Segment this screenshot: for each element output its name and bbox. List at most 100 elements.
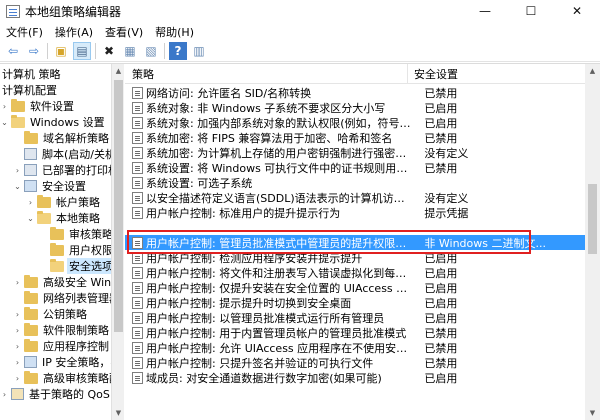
tree-item-audit-policy[interactable]: 审核策略	[39, 226, 111, 242]
tree-item-account-policies[interactable]: › 帐户策略	[26, 194, 102, 210]
policy-icon	[132, 266, 143, 279]
maximize-button[interactable]: ☐	[508, 0, 554, 22]
chevron-right-icon[interactable]: ›	[13, 310, 22, 319]
delete-icon[interactable]: ✖	[100, 42, 118, 60]
tree-item-scripts[interactable]: 脚本(启动/关机)	[13, 146, 111, 162]
policy-row-selected[interactable]: 用户帐户控制: 管理员批准模式中管理员的提升权限提示的... 非 Windows…	[125, 235, 600, 250]
chevron-right-icon[interactable]: ›	[13, 374, 22, 383]
tree-item-public-key-policies[interactable]: › 公钥策略	[13, 306, 89, 322]
tree-item-label: 应用程序控制	[43, 340, 109, 353]
policy-row[interactable]: 用户帐户控制: 仅提升安装在安全位置的 UIAccess 应用程序 已启用	[125, 280, 600, 295]
chevron-right-icon[interactable]: ›	[26, 198, 35, 207]
tree-item-label: 高级审核策略配	[43, 372, 111, 385]
scroll-down-arrow-icon[interactable]: ▼	[112, 406, 125, 420]
tree-item-ip-security[interactable]: › IP 安全策略，在	[13, 354, 111, 370]
scroll-down-arrow-icon[interactable]: ▼	[585, 406, 600, 420]
policy-row[interactable]: 用户帐户控制: 标准用户的提升提示行为 提示凭据	[125, 205, 600, 220]
show-pane-icon[interactable]: ▥	[190, 42, 208, 60]
export-list-icon[interactable]: ▧	[142, 42, 160, 60]
window-controls: — ☐ ✕	[462, 0, 600, 22]
chevron-right-icon[interactable]: ›	[13, 278, 22, 287]
menu-file[interactable]: 文件(F)	[0, 24, 49, 40]
tree-item-windows-firewall[interactable]: › 高级安全 Windo	[13, 274, 111, 290]
menu-view[interactable]: 查看(V)	[99, 24, 149, 40]
policy-row[interactable]: 域成员: 对安全通道数据进行数字加密(如果可能) 已启用	[125, 370, 600, 385]
list-scroll-thumb[interactable]	[588, 184, 597, 254]
tree-item-qos[interactable]: › 基于策略的 QoS	[0, 386, 111, 402]
show-hide-tree-icon[interactable]: ▤	[73, 42, 91, 60]
tree-item-computer-config[interactable]: 计算机配置	[0, 82, 59, 98]
menu-action[interactable]: 操作(A)	[49, 24, 99, 40]
scroll-up-arrow-icon[interactable]: ▲	[585, 64, 600, 78]
policy-row[interactable]: 系统对象: 加强内部系统对象的默认权限(例如，符号链接) 已启用	[125, 115, 600, 130]
tree-item-label: 安全设置	[42, 180, 86, 193]
policy-name: 域成员: 对安全通道数据进行数字加密(如果可能)	[146, 371, 382, 385]
tree-scroll-thumb[interactable]	[114, 80, 123, 332]
tree-item-deployed-printers[interactable]: › 已部署的打印机	[13, 162, 111, 178]
group-policy-app-icon	[6, 4, 20, 18]
chart-icon	[11, 388, 24, 400]
menu-help[interactable]: 帮助(H)	[149, 24, 200, 40]
tree-item-advanced-audit[interactable]: › 高级审核策略配	[13, 370, 111, 386]
tree-item-network-list-manager[interactable]: 网络列表管理器	[13, 290, 111, 306]
policy-row[interactable]: 用户帐户控制: 以管理员批准模式运行所有管理员 已启用	[125, 310, 600, 325]
chevron-down-icon[interactable]: ⌄	[13, 182, 22, 191]
chevron-right-icon[interactable]: ›	[13, 342, 22, 351]
tree-item-security-settings[interactable]: ⌄ 安全设置	[13, 178, 88, 194]
policy-name: 用户帐户控制: 仅提升安装在安全位置的 UIAccess 应用程序	[146, 281, 415, 295]
chevron-right-icon[interactable]: ›	[13, 358, 22, 367]
tree-item-label: 计算机 策略	[2, 68, 61, 81]
policy-row[interactable]: 系统设置: 将 Windows 可执行文件中的证书规则用于软件... 已禁用	[125, 160, 600, 175]
policy-row[interactable]: 系统加密: 将 FIPS 兼容算法用于加密、哈希和签名 已禁用	[125, 130, 600, 145]
policy-icon	[132, 251, 143, 264]
policy-icon	[132, 131, 143, 144]
minimize-button[interactable]: —	[462, 0, 508, 22]
policy-row[interactable]: 用户帐户控制: 检测应用程序安装并提示提升 已启用	[125, 250, 600, 265]
policy-row[interactable]: 系统对象: 非 Windows 子系统不要求区分大小写 已启用	[125, 100, 600, 115]
policy-icon	[132, 296, 143, 309]
tree-scrollbar[interactable]: ▲ ▼	[111, 64, 124, 420]
help-icon[interactable]: ?	[169, 42, 187, 60]
scroll-up-arrow-icon[interactable]: ▲	[112, 64, 125, 78]
tree-item-computer-policy[interactable]: 计算机 策略	[0, 66, 63, 82]
back-arrow-icon[interactable]: ⇦	[4, 42, 22, 60]
policy-row[interactable]: 系统设置: 可选子系统	[125, 175, 600, 190]
column-header-setting[interactable]: 安全设置	[408, 64, 600, 83]
tree-item-user-rights[interactable]: 用户权限分配	[39, 242, 111, 258]
tree-item-software-restriction[interactable]: › 软件限制策略	[13, 322, 111, 338]
policy-row[interactable]: 用户帐户控制: 只提升签名并验证的可执行文件 已禁用	[125, 355, 600, 370]
chevron-right-icon[interactable]: ›	[13, 326, 22, 335]
tree-item-label: 基于策略的 QoS	[29, 388, 110, 401]
policy-icon	[132, 326, 143, 339]
tree-item-label: 高级安全 Windo	[43, 276, 111, 289]
window-title: 本地组策略编辑器	[25, 4, 122, 19]
chevron-right-icon[interactable]: ›	[13, 166, 22, 175]
policy-row[interactable]: 用户帐户控制: 提示提升时切换到安全桌面 已启用	[125, 295, 600, 310]
up-folder-icon[interactable]: ▣	[52, 42, 70, 60]
policy-row[interactable]: 用户帐户控制: 将文件和注册表写入错误虚拟化到每用户位置 已启用	[125, 265, 600, 280]
policy-setting: 提示凭据	[424, 206, 469, 220]
tree-item-app-control[interactable]: › 应用程序控制	[13, 338, 111, 354]
tree-item-local-policies[interactable]: ⌄ 本地策略	[26, 210, 102, 226]
column-header-policy[interactable]: 策略	[125, 64, 408, 83]
tree-item-software-settings[interactable]: › 软件设置	[0, 98, 76, 114]
policy-row[interactable]: 系统加密: 为计算机上存储的用户密钥强制进行强密钥保护 没有定义	[125, 145, 600, 160]
chevron-right-icon[interactable]: ›	[0, 102, 9, 111]
policy-row[interactable]: 以安全描述符定义语言(SDDL)语法表示的计算机访问限制 没有定义	[125, 190, 600, 205]
chevron-down-icon[interactable]: ⌄	[0, 118, 9, 127]
tree-item-security-options[interactable]: 安全选项	[39, 258, 111, 274]
tree-item-label: 软件限制策略	[43, 324, 109, 337]
tree-item-windows-settings[interactable]: ⌄ Windows 设置	[0, 114, 107, 130]
list-scrollbar[interactable]: ▲ ▼	[585, 64, 600, 420]
policy-row[interactable]: 用户帐户控制: 允许 UIAccess 应用程序在不使用安全桌面... 已禁用	[125, 340, 600, 355]
forward-arrow-icon[interactable]: ⇨	[25, 42, 43, 60]
policy-row[interactable]: 网络访问: 允许匿名 SID/名称转换 已禁用	[125, 85, 600, 100]
chevron-down-icon[interactable]: ⌄	[26, 214, 35, 223]
properties-icon[interactable]: ▦	[121, 42, 139, 60]
chevron-right-icon[interactable]: ›	[0, 390, 9, 399]
policy-row[interactable]: 用户帐户控制: 用于内置管理员帐户的管理员批准模式 已禁用	[125, 325, 600, 340]
close-button[interactable]: ✕	[554, 0, 600, 22]
tree-item-name-resolution-policy[interactable]: 域名解析策略	[13, 130, 111, 146]
script-icon	[24, 148, 37, 160]
policy-setting: 已启用	[424, 281, 458, 295]
